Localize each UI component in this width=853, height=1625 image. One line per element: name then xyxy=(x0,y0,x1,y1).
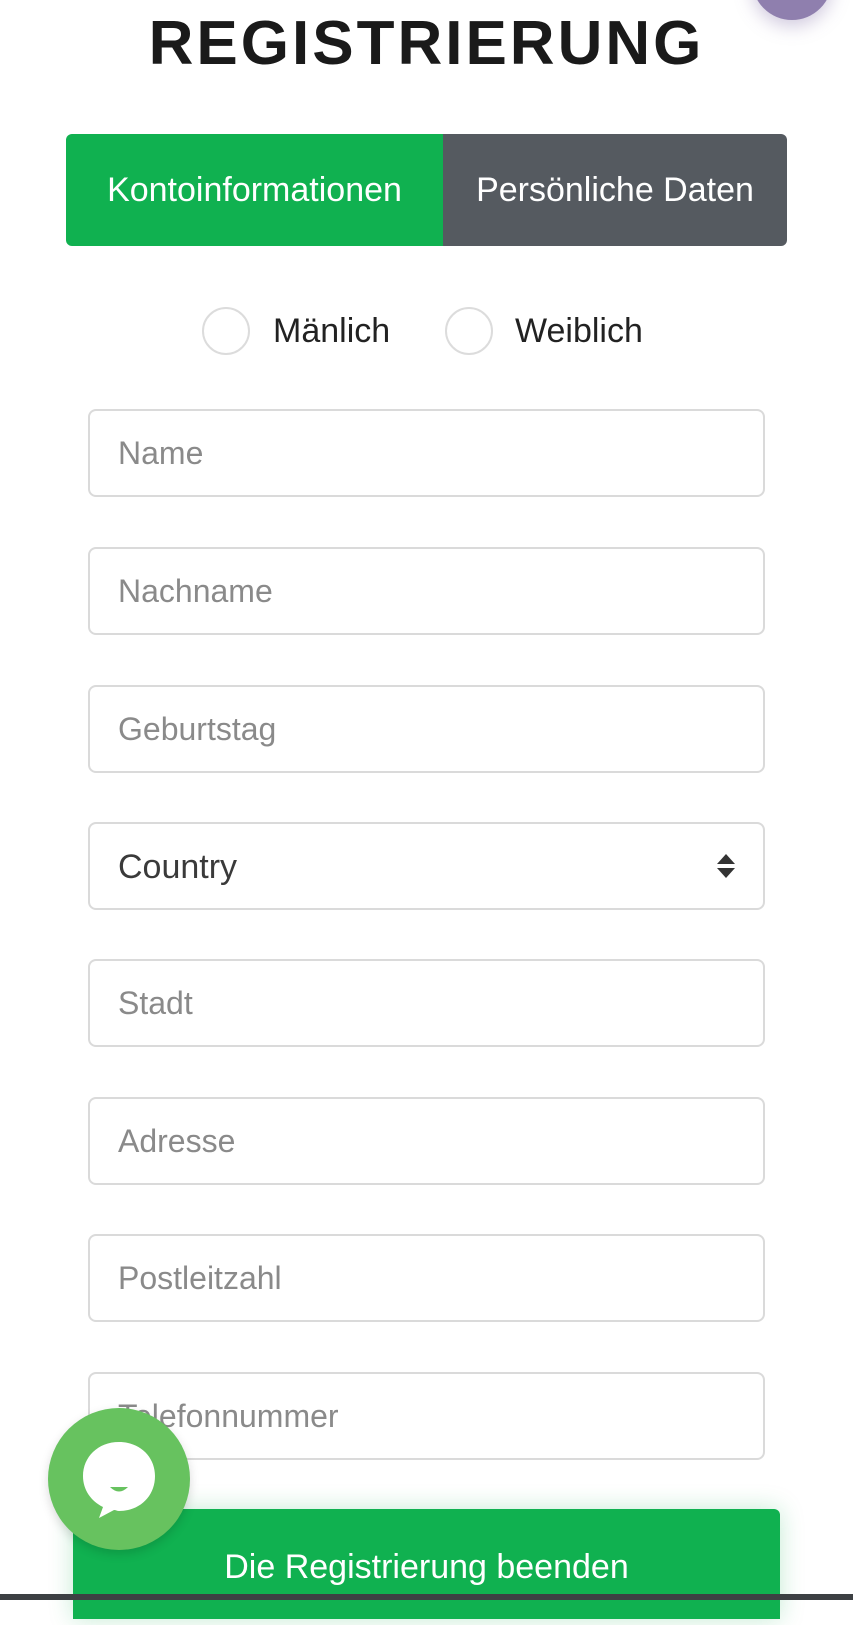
chat-bubble-icon xyxy=(83,1442,155,1518)
birthday-input[interactable] xyxy=(90,687,763,771)
radio-male[interactable] xyxy=(202,307,250,355)
registration-tabs: Kontoinformationen Persönliche Daten xyxy=(66,134,787,246)
country-select[interactable]: Country xyxy=(88,822,765,910)
address-field-wrapper xyxy=(88,1097,765,1185)
country-select-value: Country xyxy=(118,848,238,886)
page-title: REGISTRIERUNG xyxy=(148,9,705,78)
name-field-wrapper xyxy=(88,409,765,497)
surname-field-wrapper xyxy=(88,547,765,635)
city-input[interactable] xyxy=(90,961,763,1045)
surname-input[interactable] xyxy=(90,549,763,633)
radio-male-label[interactable]: Mänlich xyxy=(273,309,390,353)
tab-personal-data[interactable]: Persönliche Daten xyxy=(443,134,787,246)
radio-female[interactable] xyxy=(445,307,493,355)
name-input[interactable] xyxy=(90,411,763,495)
postcode-input[interactable] xyxy=(90,1236,763,1320)
birthday-field-wrapper xyxy=(88,685,765,773)
phone-input[interactable] xyxy=(90,1374,763,1458)
address-input[interactable] xyxy=(90,1099,763,1183)
city-field-wrapper xyxy=(88,959,765,1047)
system-navigation-bar xyxy=(0,1594,853,1600)
tab-account-info[interactable]: Kontoinformationen xyxy=(66,134,443,246)
select-arrows-icon xyxy=(717,854,735,880)
gender-radio-group: Mänlich Weiblich xyxy=(0,305,853,361)
postcode-field-wrapper xyxy=(88,1234,765,1322)
chat-widget-button[interactable] xyxy=(48,1408,190,1550)
radio-female-label[interactable]: Weiblich xyxy=(515,309,643,353)
